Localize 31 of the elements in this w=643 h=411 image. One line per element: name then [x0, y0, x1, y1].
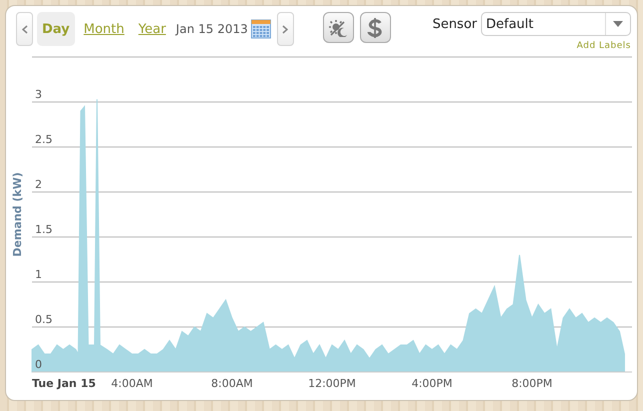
chevron-right-icon	[282, 24, 288, 34]
sensor-select[interactable]: Default	[481, 12, 631, 36]
chevron-left-icon	[22, 24, 28, 34]
dollar-icon	[366, 18, 384, 38]
x-tick-label: 4:00PM	[412, 377, 452, 390]
y-tick-label: 3	[35, 88, 42, 101]
period-tab[interactable]: Year	[133, 12, 171, 46]
date-label: Jan 15 2013	[176, 22, 248, 36]
x-tick-label: 12:00PM	[308, 377, 356, 390]
y-tick-label: 1.5	[35, 223, 52, 236]
y-tick-label: 0.5	[35, 313, 52, 326]
calendar-icon[interactable]	[250, 19, 271, 39]
add-labels-link[interactable]: Add Labels	[576, 41, 631, 51]
next-button[interactable]	[276, 12, 294, 46]
period-tab[interactable]: Day	[37, 12, 75, 46]
sensor-label: Sensor	[432, 16, 477, 32]
weather-toggle-button[interactable]	[322, 12, 354, 43]
x-tick-label: 8:00AM	[211, 377, 253, 390]
sun-moon-icon	[328, 18, 348, 36]
y-tick-label: 1	[35, 268, 42, 281]
y-tick-label: 2	[35, 178, 42, 191]
y-tick-label: 0	[35, 358, 42, 371]
x-tick-label: Tue Jan 15	[32, 377, 96, 390]
y-axis-title: Demand (kW)	[11, 172, 24, 257]
period-tab[interactable]: Month	[78, 12, 130, 46]
dropdown-arrow-icon	[613, 21, 623, 27]
x-tick-label: 8:00PM	[512, 377, 552, 390]
cost-toggle-button[interactable]	[360, 12, 391, 43]
previous-button[interactable]	[16, 12, 33, 46]
y-tick-label: 2.5	[35, 133, 52, 146]
x-tick-label: 4:00AM	[111, 377, 153, 390]
